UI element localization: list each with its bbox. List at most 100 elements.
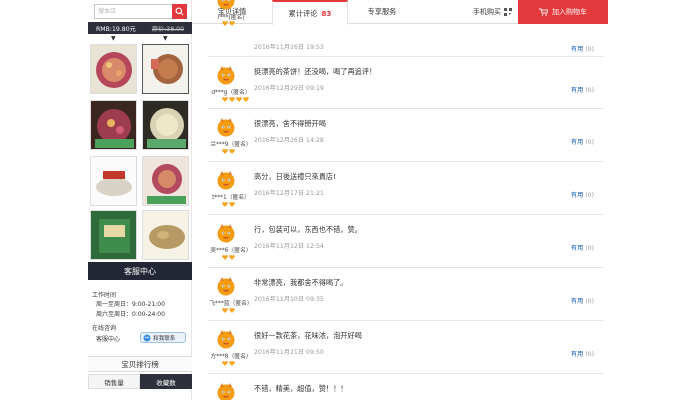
shop-search: [94, 4, 187, 19]
buyer-level-badge: [222, 307, 235, 313]
tea-leaves-image: [143, 211, 188, 259]
heart-badge-icon: [229, 254, 235, 260]
service-center-header: 客服中心: [88, 262, 192, 280]
heart-badge-icon: [243, 96, 249, 102]
useful-count: (0): [585, 245, 594, 252]
review-date: 2016年12月17日 21:21: [254, 190, 324, 197]
wangwang-contact-button[interactable]: 和我联系: [140, 332, 186, 343]
review-item: 吴***6（匿名） 行，包装可以，东西也不错，赞。 2016年11月12日 12:5…: [208, 215, 604, 268]
product-thumbnail[interactable]: [90, 44, 137, 94]
reviewer-name: t***1（匿名）: [212, 195, 250, 201]
buyer-level-badge: [222, 254, 235, 260]
product-thumbnail[interactable]: [142, 44, 189, 94]
review-date: 2016年11月21日 09:50: [254, 349, 324, 356]
useful-vote[interactable]: 有用 (0): [571, 190, 594, 199]
buyer-level-badge: [222, 20, 235, 26]
service-agent-label: 客服中心: [96, 336, 121, 343]
heart-badge-icon: [236, 96, 242, 102]
useful-vote[interactable]: 有用 (0): [571, 44, 594, 53]
useful-vote[interactable]: 有用 (0): [571, 349, 594, 358]
useful-link[interactable]: 有用: [571, 46, 583, 53]
online-consult-label: 在线咨询: [92, 325, 117, 332]
review-date: 2016年12月26日 14:28: [254, 137, 324, 144]
ranking-tabs: 销售量 收藏数: [88, 374, 192, 389]
product-thumbnail[interactable]: [90, 100, 137, 150]
useful-link[interactable]: 有用: [571, 192, 583, 199]
useful-link[interactable]: 有用: [571, 87, 583, 94]
tab-sales[interactable]: 销售量: [88, 374, 140, 389]
review-text: 很好一款花茶，花味浓，泡开好喝: [254, 331, 362, 340]
price-bar: RMB:19.80元 原价:38.00: [88, 22, 192, 34]
product-thumbnail[interactable]: [142, 210, 189, 260]
tab-favorites[interactable]: 收藏数: [140, 374, 192, 389]
user-avatar: [216, 382, 236, 400]
review-item: 不错，精美，超值，赞！！！: [208, 374, 604, 400]
useful-link[interactable]: 有用: [571, 351, 583, 358]
useful-count: (0): [585, 298, 594, 305]
heart-badge-icon: [222, 307, 228, 313]
heart-badge-icon: [222, 148, 228, 154]
heart-badge-icon: [229, 20, 235, 26]
useful-vote[interactable]: 有用 (0): [571, 296, 594, 305]
useful-count: (0): [585, 87, 594, 94]
useful-count: (0): [585, 351, 594, 358]
product-thumbnail[interactable]: [142, 156, 189, 206]
useful-link[interactable]: 有用: [571, 298, 583, 305]
search-button[interactable]: [172, 4, 187, 19]
work-hours-weekend: 周六至周日：0:00-24:00: [96, 311, 165, 318]
useful-vote[interactable]: 有用 (0): [571, 243, 594, 252]
user-avatar: [216, 329, 236, 349]
user-avatar: [216, 170, 236, 190]
search-icon: [175, 7, 184, 16]
review-date: 2016年11月26日 19:53: [254, 44, 324, 51]
heart-badge-icon: [229, 307, 235, 313]
buyer-level-badge: [222, 201, 235, 207]
tea-cake-image: [91, 101, 136, 149]
useful-count: (0): [585, 192, 594, 199]
tea-cake-image: [143, 157, 188, 205]
product-thumbnail[interactable]: [90, 156, 137, 206]
user-avatar: [216, 223, 236, 243]
useful-vote[interactable]: 有用 (0): [571, 85, 594, 94]
work-hours-weekday: 周一至周日：9:00-21:00: [96, 301, 165, 308]
review-item: 方***8（匿名） 很好一款花茶，花味浓，泡开好喝 2016年11月21日 09:5…: [208, 321, 604, 374]
useful-link[interactable]: 有用: [571, 139, 583, 146]
product-thumbnail[interactable]: [90, 210, 137, 260]
useful-link[interactable]: 有用: [571, 245, 583, 252]
review-date: 2016年12月29日 09:19: [254, 85, 324, 92]
heart-badge-icon: [229, 201, 235, 207]
buyer-level-badge: [222, 360, 235, 366]
review-text: 非常漂亮，我都舍不得喝了。: [254, 278, 348, 287]
review-date: 2016年11月10日 09:35: [254, 296, 324, 303]
review-text: 挺漂亮的茶饼！还没喝，喝了再追评！: [254, 67, 377, 76]
buyer-level-badge: [222, 148, 235, 154]
wangwang-label: 和我联系: [153, 335, 176, 342]
reviewer-name: 飞***蓝（匿名）: [209, 301, 253, 307]
wangwang-icon: [143, 334, 151, 341]
review-item: d***g（匿名） 挺漂亮的茶饼！还没喝，喝了再追评！ 2016年12月29日 09…: [208, 57, 604, 109]
heart-badge-icon: [222, 201, 228, 207]
shop-search-input[interactable]: [94, 4, 172, 19]
user-avatar: [216, 0, 236, 10]
work-hours-label: 工作时间: [92, 292, 117, 299]
reviewer-name: 方***8（匿名）: [210, 354, 252, 360]
review-item: 飞***蓝（匿名） 非常漂亮，我都舍不得喝了。 2016年11月10日 09:35 有…: [208, 268, 604, 321]
tea-box-image: [91, 211, 136, 259]
heart-badge-icon: [222, 20, 228, 26]
down-arrow-icon: ▼: [111, 35, 116, 42]
heart-badge-icon: [229, 148, 235, 154]
current-price: RMB:19.80元: [95, 25, 136, 33]
reviewer-name: d***g（匿名）: [211, 90, 251, 96]
review-item: t***1（匿名） 高分，日後送禮只來貴店! 2016年12月17日 21:21 有用…: [208, 162, 604, 215]
product-thumbnail[interactable]: [142, 100, 189, 150]
down-arrow-icon: ▼: [163, 35, 168, 42]
heart-badge-icon: [222, 254, 228, 260]
tea-cake-image: [143, 45, 188, 93]
review-text: 不错，精美，超值，赞！！！: [254, 384, 348, 393]
user-avatar: [216, 65, 236, 85]
heart-badge-icon: [222, 360, 228, 366]
review-item: 兰***9（匿名） 很漂亮，舍不得掰开喝 2016年12月26日 14:28 有用 (…: [208, 109, 604, 162]
heart-badge-icon: [229, 360, 235, 366]
review-date: 2016年11月12日 12:54: [254, 243, 324, 250]
useful-vote[interactable]: 有用 (0): [571, 137, 594, 146]
